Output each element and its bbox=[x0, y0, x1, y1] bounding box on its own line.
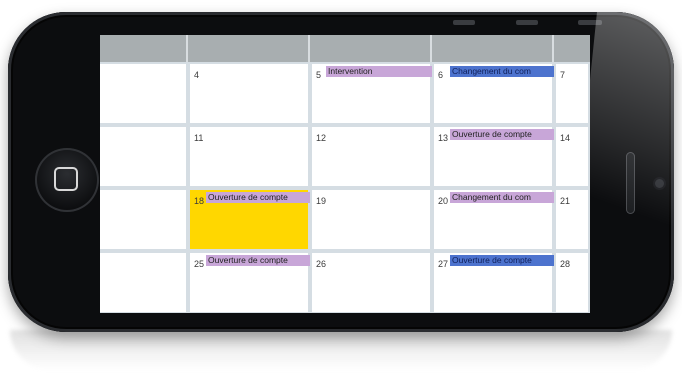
day-cell[interactable]: 14 bbox=[554, 125, 590, 188]
day-cell[interactable]: 18 Ouverture de compte bbox=[188, 188, 310, 251]
day-cell[interactable] bbox=[100, 188, 188, 251]
day-cell[interactable]: 5 Intervention bbox=[310, 62, 432, 125]
day-number: 6 bbox=[438, 70, 444, 80]
day-number: 7 bbox=[560, 70, 566, 80]
calendar-event[interactable]: Ouverture de compte bbox=[450, 129, 554, 140]
day-cell[interactable]: 6 Changement du com bbox=[432, 62, 554, 125]
calendar-event[interactable]: Ouverture de compte bbox=[206, 255, 310, 266]
day-number: 13 bbox=[438, 133, 449, 143]
day-cell[interactable]: 19 bbox=[310, 188, 432, 251]
phone-reflection bbox=[10, 330, 672, 370]
calendar-header bbox=[100, 35, 590, 62]
volume-button-2 bbox=[516, 20, 538, 25]
day-cell[interactable]: 12 bbox=[310, 125, 432, 188]
header-cell bbox=[100, 35, 188, 62]
day-number: 12 bbox=[316, 133, 327, 143]
day-cell[interactable]: 4 bbox=[188, 62, 310, 125]
day-cell[interactable] bbox=[100, 251, 188, 313]
day-number: 20 bbox=[438, 196, 449, 206]
day-number: 4 bbox=[194, 70, 200, 80]
calendar-event[interactable]: Changement du com bbox=[450, 66, 554, 77]
calendar-event[interactable]: Ouverture de compte bbox=[450, 255, 554, 266]
day-cell[interactable]: 26 bbox=[310, 251, 432, 313]
calendar-screen: 4 5 Intervention 6 Changement du com 7 11 12 13 O… bbox=[100, 35, 590, 313]
calendar-event[interactable]: Changement du com bbox=[450, 192, 554, 203]
day-number: 18 bbox=[194, 196, 205, 206]
day-number: 5 bbox=[316, 70, 322, 80]
day-cell[interactable] bbox=[100, 62, 188, 125]
header-cell bbox=[554, 35, 590, 62]
power-button bbox=[578, 20, 602, 25]
home-button-icon bbox=[54, 167, 78, 191]
day-cell[interactable]: 28 bbox=[554, 251, 590, 313]
front-camera bbox=[655, 179, 664, 188]
home-button[interactable] bbox=[35, 148, 99, 212]
header-cell bbox=[188, 35, 310, 62]
header-cell bbox=[310, 35, 432, 62]
day-number: 11 bbox=[194, 133, 204, 143]
calendar-event[interactable]: Intervention bbox=[326, 66, 432, 77]
day-number: 28 bbox=[560, 259, 571, 269]
day-cell[interactable]: 21 bbox=[554, 188, 590, 251]
day-number: 27 bbox=[438, 259, 449, 269]
header-cell bbox=[432, 35, 554, 62]
day-number: 26 bbox=[316, 259, 327, 269]
day-cell[interactable]: 7 bbox=[554, 62, 590, 125]
day-cell[interactable]: 27 Ouverture de compte bbox=[432, 251, 554, 313]
day-cell[interactable]: 13 Ouverture de compte bbox=[432, 125, 554, 188]
day-number: 19 bbox=[316, 196, 327, 206]
day-cell[interactable] bbox=[100, 125, 188, 188]
day-number: 14 bbox=[560, 133, 571, 143]
day-cell[interactable]: 25 Ouverture de compte bbox=[188, 251, 310, 313]
calendar-event[interactable]: Ouverture de compte bbox=[206, 192, 310, 203]
day-number: 25 bbox=[194, 259, 205, 269]
day-cell[interactable]: 11 bbox=[188, 125, 310, 188]
day-number: 21 bbox=[560, 196, 571, 206]
volume-button bbox=[453, 20, 475, 25]
day-cell[interactable]: 20 Changement du com bbox=[432, 188, 554, 251]
speaker-grille bbox=[626, 152, 635, 214]
